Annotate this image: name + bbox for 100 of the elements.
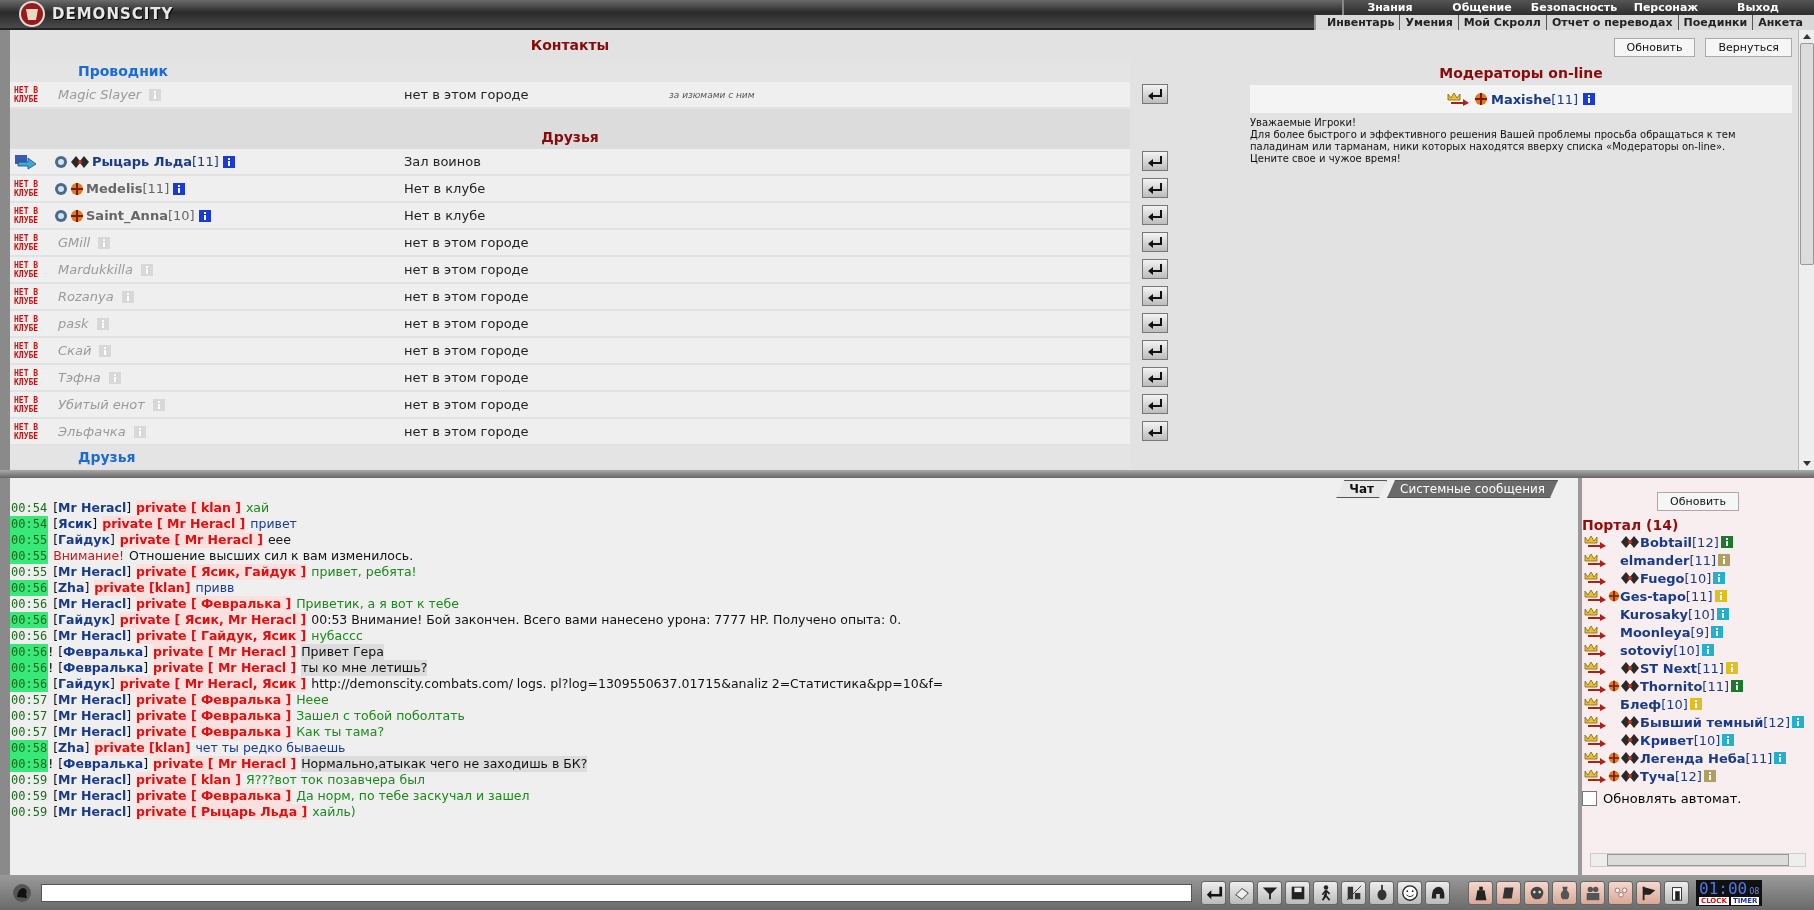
message-time[interactable]: 00:56 (10, 612, 49, 628)
toolbar-button[interactable] (1468, 880, 1493, 905)
toolbar-button[interactable] (1369, 880, 1394, 905)
message-time[interactable]: 00:57 (10, 724, 49, 740)
chat-tab[interactable]: Чат (1336, 480, 1388, 498)
private-recipient[interactable]: private [klan] (94, 580, 191, 596)
toolbar-button[interactable] (1397, 880, 1422, 905)
info-icon[interactable] (173, 182, 186, 195)
sender-name[interactable]: [Mr Heracl] (53, 628, 132, 644)
sender-name[interactable]: [Гайдук] (53, 676, 115, 692)
player-link[interactable]: elmander[11] (1620, 552, 1717, 568)
scrollbar[interactable] (1798, 30, 1814, 470)
player-link[interactable]: Moonleya[9] (1620, 624, 1709, 640)
reply-button[interactable] (1142, 340, 1168, 360)
message-time[interactable]: 00:56 (10, 676, 49, 692)
menu-link[interactable]: Персонаж (1620, 0, 1712, 15)
private-recipient[interactable]: private [ Февралька ] (136, 788, 292, 804)
checkbox[interactable] (1582, 791, 1597, 806)
sender-name[interactable]: [Гайдук] (53, 532, 115, 548)
toolbar-button[interactable] (1636, 880, 1661, 905)
info-icon[interactable] (1720, 536, 1733, 548)
page-button[interactable]: Вернуться (1705, 38, 1792, 57)
sender-name[interactable]: [Mr Heracl] (53, 788, 132, 804)
message-time[interactable]: 00:55 (10, 548, 49, 564)
menu-link[interactable]: Знания (1344, 0, 1436, 15)
message-time[interactable]: 00:58 (10, 740, 49, 756)
reply-button[interactable] (1142, 421, 1168, 441)
player-link[interactable]: Saint_Anna[10] (86, 208, 195, 223)
private-recipient[interactable]: private [ Ясик, Гайдук ] (136, 564, 307, 580)
message-time[interactable]: 00:54 (10, 516, 49, 532)
message-time[interactable]: 00:58 (10, 756, 49, 772)
player-link[interactable]: ST Next[11] (1640, 660, 1724, 676)
private-recipient[interactable]: private [ Февралька ] (136, 692, 292, 708)
menu-link[interactable]: Безопасность (1528, 0, 1620, 15)
toolbar-button[interactable] (1285, 880, 1310, 905)
group-heading[interactable]: Друзья (78, 449, 136, 465)
info-icon[interactable] (198, 209, 211, 222)
player-link[interactable]: Легенда Неба[11] (1640, 750, 1773, 766)
toolbar-button[interactable] (1664, 880, 1689, 905)
toolbar-button[interactable] (1201, 880, 1226, 905)
private-recipient[interactable]: private [ Mr Heracl, Ясик ] (119, 676, 307, 692)
reply-button[interactable] (1142, 259, 1168, 279)
page-button[interactable]: Обновить (1613, 38, 1696, 57)
player-link[interactable]: Fuego[10] (1640, 570, 1712, 586)
toolbar-button[interactable] (1496, 880, 1521, 905)
info-icon[interactable] (1731, 680, 1743, 692)
private-recipient[interactable]: private [klan] (94, 740, 191, 756)
player-link[interactable]: Блеф[10] (1620, 696, 1688, 712)
private-recipient[interactable]: private [ Mr Heracl ] (153, 644, 297, 660)
message-time[interactable]: 00:57 (10, 708, 49, 724)
private-recipient[interactable]: private [ Mr Heracl ] (153, 660, 297, 676)
reply-button[interactable] (1142, 313, 1168, 333)
toolbar-button[interactable] (1524, 880, 1549, 905)
reply-button[interactable] (1142, 205, 1168, 225)
player-link[interactable]: sotoviy[10] (1620, 642, 1700, 658)
player-link[interactable]: Medelis[11] (86, 181, 170, 196)
reply-button[interactable] (1142, 178, 1168, 198)
private-recipient[interactable]: private [ Ясик, Mr Heracl ] (119, 612, 307, 628)
message-time[interactable]: 00:56 (10, 660, 49, 676)
submenu-link[interactable]: Инвентарь (1322, 15, 1400, 30)
menu-link[interactable]: Выход (1712, 0, 1804, 15)
refresh-button[interactable]: Обновить (1657, 492, 1739, 511)
toolbar-button[interactable] (1425, 880, 1450, 905)
sender-name[interactable]: [Zha] (53, 740, 90, 756)
menu-link[interactable]: Общение (1436, 0, 1528, 15)
sender-name[interactable]: [Февралька] (58, 660, 149, 676)
reply-button[interactable] (1142, 394, 1168, 414)
reply-button[interactable] (1142, 286, 1168, 306)
sender-name[interactable]: [Mr Heracl] (53, 804, 132, 820)
toolbar-button[interactable] (1313, 880, 1338, 905)
private-recipient[interactable]: private [ Mr Heracl ] (119, 532, 263, 548)
message-time[interactable]: 00:55 (10, 564, 49, 580)
sender-name[interactable]: [Mr Heracl] (53, 708, 132, 724)
reply-button[interactable] (1142, 151, 1168, 171)
message-time[interactable]: 00:59 (10, 804, 49, 820)
message-time[interactable]: 00:59 (10, 788, 49, 804)
player-link[interactable]: Bobtail[12] (1640, 534, 1719, 550)
toolbar-button[interactable] (1341, 880, 1366, 905)
head-icon[interactable] (12, 882, 32, 903)
chat-input[interactable] (41, 883, 1192, 902)
sender-name[interactable]: [Mr Heracl] (53, 772, 132, 788)
message-time[interactable]: 00:59 (10, 772, 49, 788)
group-heading[interactable]: Проводник (78, 63, 169, 79)
sender-name[interactable]: [Ясик] (53, 516, 98, 532)
private-recipient[interactable]: private [ Mr Heracl ] (153, 756, 297, 772)
scrollbar[interactable] (1590, 853, 1806, 867)
toolbar-button[interactable] (1257, 880, 1282, 905)
site-logo[interactable]: DEMONSCITY (52, 5, 174, 23)
message-time[interactable]: 00:56 (10, 596, 49, 612)
sender-name[interactable]: [Mr Heracl] (53, 596, 132, 612)
reply-button[interactable] (1142, 367, 1168, 387)
player-link[interactable]: Thornito[11] (1640, 678, 1729, 694)
private-recipient[interactable]: private [ Гайдук, Ясик ] (136, 628, 307, 644)
private-recipient[interactable]: private [ Февралька ] (136, 708, 292, 724)
message-time[interactable]: 00:56 (10, 628, 49, 644)
sender-name[interactable]: [Mr Heracl] (53, 692, 132, 708)
message-time[interactable]: 00:55 (10, 532, 49, 548)
player-link[interactable]: Туча[12] (1640, 768, 1702, 784)
sender-name[interactable]: [Февралька] (58, 644, 149, 660)
private-recipient[interactable]: private [ Февралька ] (136, 724, 292, 740)
